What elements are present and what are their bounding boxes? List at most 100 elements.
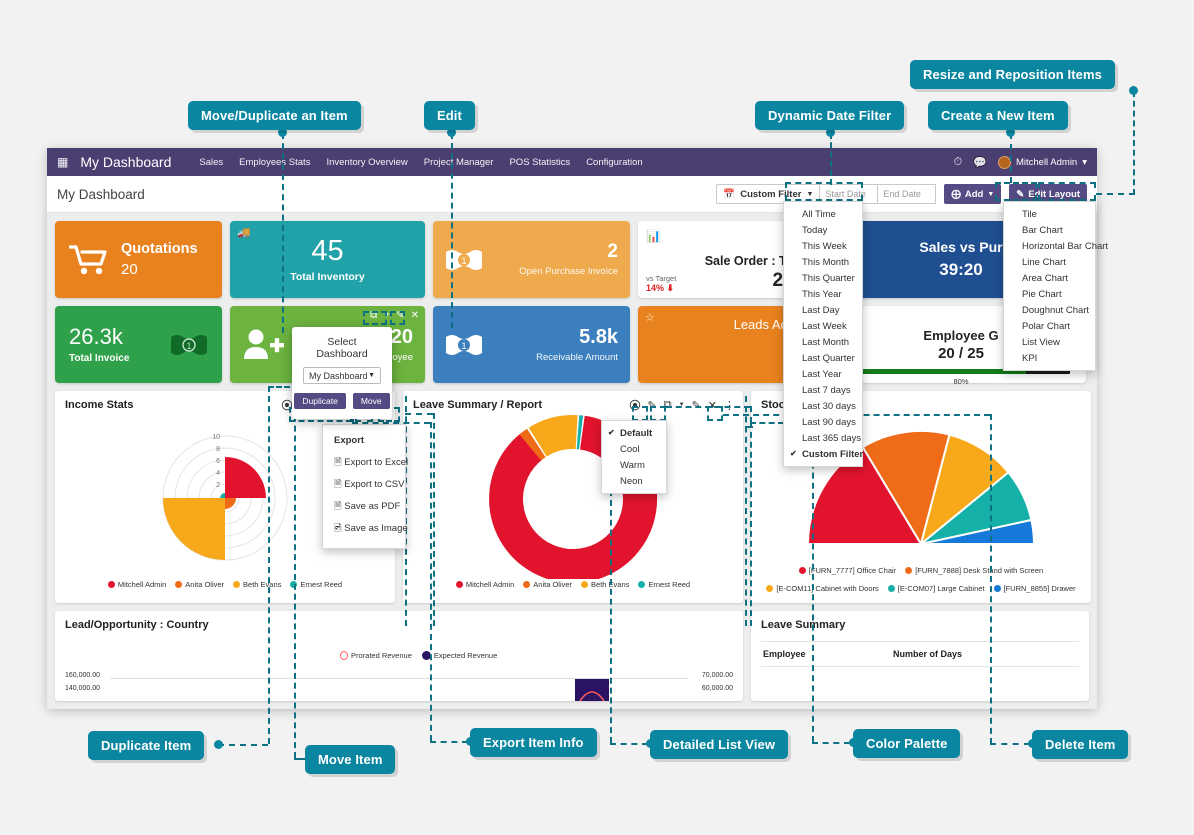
add-menu[interactable]: Tile Bar Chart Horizontal Bar Chart Line… (1003, 201, 1108, 371)
menu-item[interactable]: Last 30 days (784, 398, 862, 414)
add-button[interactable]: ⨁ Add ▼ (944, 184, 1002, 204)
menu-item[interactable]: This Week (784, 238, 862, 254)
date-filter-menu[interactable]: All Time Today This Week This Month This… (783, 201, 863, 467)
menu-item-selected[interactable]: Custom Filter (784, 446, 863, 462)
chart-legend: [FURN_7777] Office Chair [FURN_7888] Des… (756, 566, 1086, 593)
menu-item-save-image[interactable]: 🖻 Save as Image (323, 518, 408, 540)
tile-open-purchase-invoice[interactable]: 1 2 Open Purchase Invoice (433, 221, 630, 298)
tile-quotations[interactable]: Quotations 20 (55, 221, 222, 298)
menu-item[interactable]: This Year (784, 286, 862, 302)
menu-item[interactable]: Last Month (784, 334, 862, 350)
legend-item[interactable]: Prorated Revenue (340, 651, 412, 660)
nav-link-sales[interactable]: Sales (199, 157, 223, 168)
info-icon[interactable]: ⦿ (282, 397, 293, 413)
menu-item[interactable]: Last Day (784, 302, 862, 318)
nav-link-pos-statistics[interactable]: POS Statistics (509, 157, 570, 168)
export-menu-title: Export (334, 435, 365, 446)
edit-icon[interactable]: ✎ (692, 399, 701, 412)
dashboard-select[interactable]: My Dashboard ▼ (303, 367, 381, 384)
tile-total-inventory[interactable]: 🚚 45 Total Inventory (230, 221, 425, 298)
color-palette-menu[interactable]: Default Cool Warm Neon (601, 420, 667, 494)
clock-icon[interactable]: ⏱ (954, 156, 963, 169)
duplicate-button[interactable]: Duplicate (294, 393, 346, 409)
leader-line (1096, 193, 1135, 195)
close-icon[interactable]: ✕ (708, 399, 717, 412)
pencil-icon[interactable]: ✎ (648, 399, 657, 412)
menu-item[interactable]: Cool (602, 441, 666, 457)
close-icon[interactable]: ✕ (411, 310, 419, 321)
copy-icon[interactable]: ⧉ (664, 399, 672, 412)
menu-item[interactable]: Bar Chart (1004, 222, 1095, 238)
menu-item[interactable]: Last Quarter (784, 350, 862, 366)
legend-item[interactable]: Expected Revenue (421, 651, 497, 660)
menu-item[interactable]: Last 90 days (784, 414, 862, 430)
menu-item-export-excel[interactable]: 🗎 Export to Excel (323, 452, 408, 474)
apps-grid-icon[interactable]: ▦ (57, 156, 68, 168)
legend-item[interactable]: Anita Oliver (175, 580, 224, 589)
menu-item[interactable]: Last 7 days (784, 382, 862, 398)
legend-item[interactable]: Beth Evans (233, 580, 281, 589)
more-vertical-icon[interactable]: ⋮ (724, 399, 735, 412)
menu-item-selected[interactable]: Default (602, 425, 666, 441)
legend-item[interactable]: Mitchell Admin (455, 580, 514, 589)
menu-item[interactable]: List View (1004, 334, 1095, 350)
export-menu[interactable]: Export 🗎 Export to Excel 🗎 Export to CSV… (322, 424, 408, 549)
menu-item[interactable]: This Month (784, 254, 862, 270)
nav-link-inventory-overview[interactable]: Inventory Overview (326, 157, 407, 168)
menu-item-export-csv[interactable]: 🗎 Export to CSV (323, 474, 405, 496)
legend-item[interactable]: Beth Evans (581, 580, 629, 589)
tile-total-invoice[interactable]: 26.3k Total Invoice 1 (55, 306, 222, 383)
info-icon[interactable]: ⦿ (630, 397, 641, 413)
chat-icon[interactable]: 💬 (973, 156, 987, 169)
cart-icon (69, 244, 107, 274)
menu-item[interactable]: This Quarter (784, 270, 862, 286)
menu-item[interactable]: Today (784, 222, 862, 238)
menu-item[interactable]: Neon (602, 473, 666, 489)
menu-item[interactable]: KPI (1004, 350, 1095, 366)
legend-item[interactable]: Anita Oliver (523, 580, 572, 589)
menu-item[interactable]: Doughnut Chart (1004, 302, 1095, 318)
menu-item[interactable]: All Time (784, 206, 862, 222)
kpi-delta: 14% ⬇ (646, 283, 675, 293)
menu-item[interactable]: Warm (602, 457, 666, 473)
nav-link-configuration[interactable]: Configuration (586, 157, 643, 168)
legend-item[interactable]: [FURN_8855] Drawer (993, 584, 1076, 593)
menu-item[interactable]: Last 365 days (784, 430, 862, 446)
money-icon: 1 (171, 334, 207, 355)
copy-icon[interactable]: ⧉ (370, 310, 377, 321)
menu-item[interactable]: Line Chart (1004, 254, 1095, 270)
leader-line (750, 422, 752, 626)
tile-receivable-amount[interactable]: 1 5.8k Receivable Amount (433, 306, 630, 383)
pencil-icon[interactable]: ✎ (396, 310, 404, 321)
money-icon: 1 (446, 334, 482, 355)
callout-edit: Edit (424, 101, 475, 130)
chevron-down-icon: ▼ (806, 190, 814, 198)
legend-item[interactable]: Mitchell Admin (107, 580, 166, 589)
menu-item[interactable]: Last Year (784, 366, 862, 382)
brand-title: My Dashboard (80, 154, 172, 170)
legend-item[interactable]: [FURN_7888] Desk Stand with Screen (905, 566, 1043, 575)
top-navbar: ▦ My Dashboard Sales Employees Stats Inv… (47, 148, 1097, 176)
menu-item[interactable]: Tile (1004, 206, 1095, 222)
leader-line (430, 422, 432, 741)
legend-item[interactable]: [E-COM11] Cabinet with Doors (766, 584, 879, 593)
menu-item[interactable]: Polar Chart (1004, 318, 1095, 334)
move-button[interactable]: Move (352, 393, 390, 409)
menu-item[interactable]: Area Chart (1004, 270, 1095, 286)
panel-title: Leave Summary (761, 619, 846, 631)
legend-item[interactable]: Ernest Reed (638, 580, 690, 589)
chart-legend: Mitchell Admin Anita Oliver Beth Evans E… (55, 580, 395, 589)
callout-move-duplicate: Move/Duplicate an Item (188, 101, 361, 130)
page-title: My Dashboard (57, 186, 145, 202)
legend-item[interactable]: Ernest Reed (290, 580, 342, 589)
menu-item-save-pdf[interactable]: 🗎 Save as PDF (323, 496, 405, 518)
menu-item[interactable]: Pie Chart (1004, 286, 1095, 302)
nav-link-project-manager[interactable]: Project Manager (424, 157, 494, 168)
menu-item[interactable]: Horizontal Bar Chart (1004, 238, 1108, 254)
menu-item[interactable]: Last Week (784, 318, 862, 334)
nav-link-employees-stats[interactable]: Employees Stats (239, 157, 310, 168)
user-add-icon (244, 329, 284, 359)
legend-item[interactable]: [E-COM07] Large Cabinet (887, 584, 985, 593)
end-date-input[interactable]: End Date (878, 184, 937, 204)
chevron-down-icon[interactable]: ▼ (383, 312, 390, 319)
